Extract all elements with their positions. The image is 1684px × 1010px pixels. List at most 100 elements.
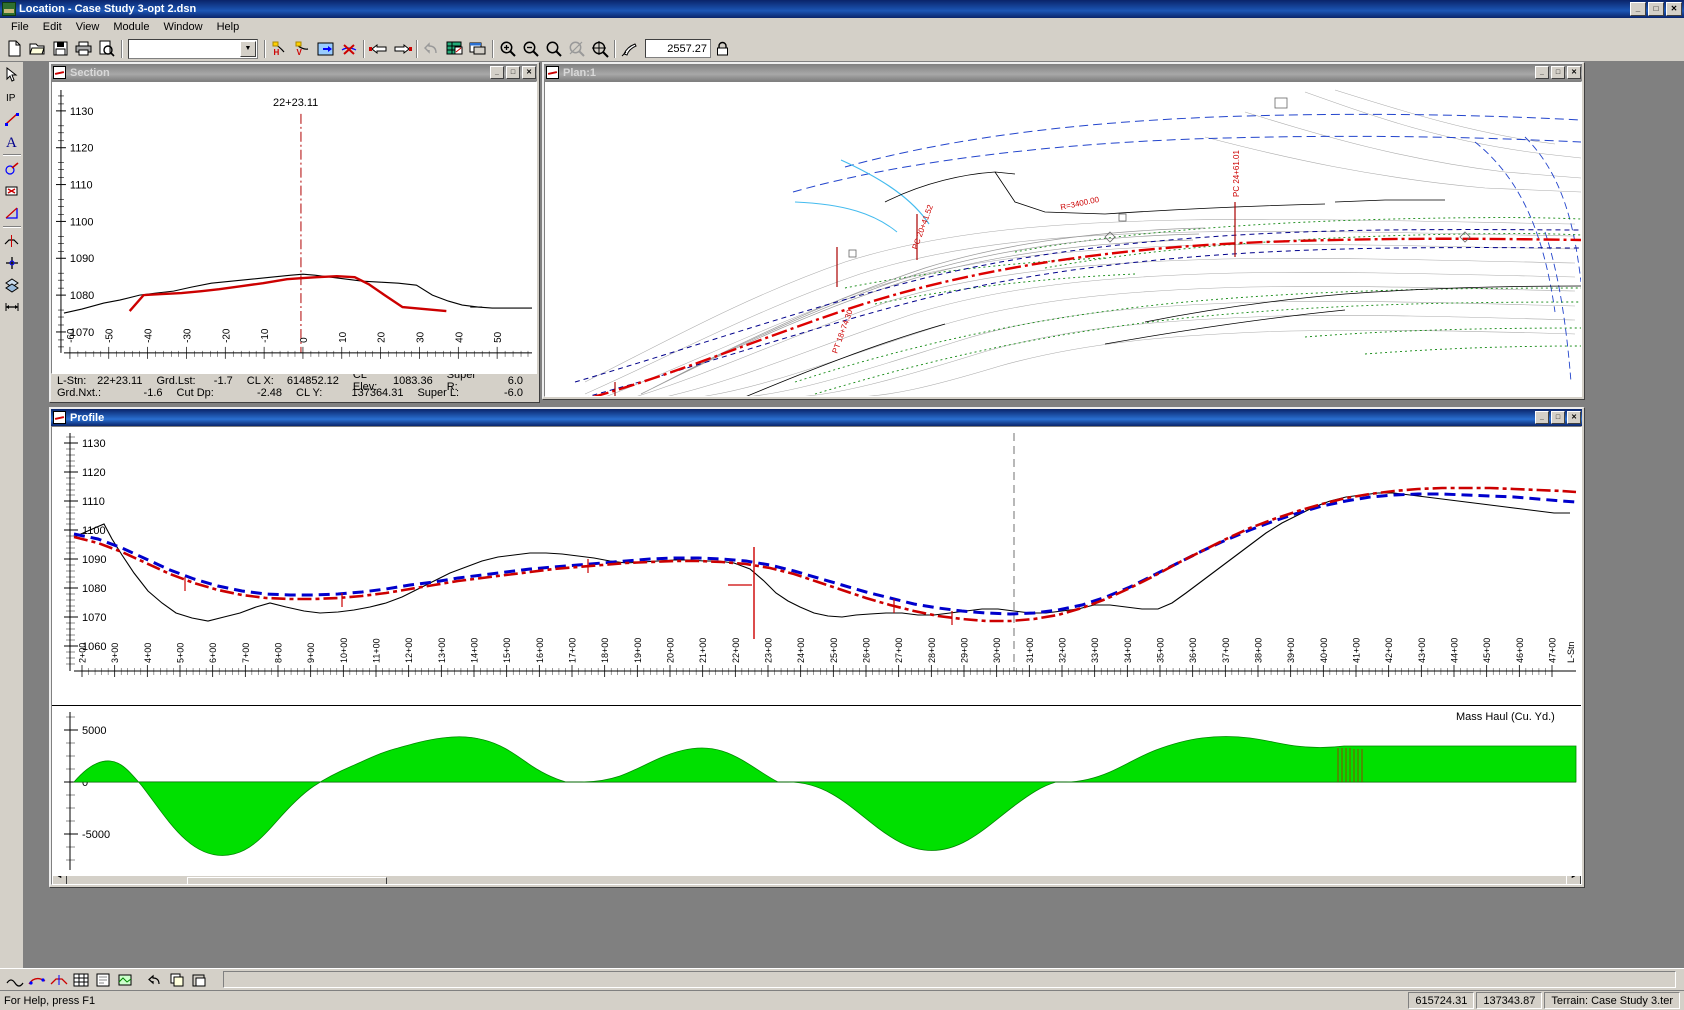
profile-close-button[interactable]: ✕	[1567, 411, 1581, 424]
profile-x-label: 43+00	[1417, 638, 1427, 663]
profile-window[interactable]: Profile _ □ ✕ 1130 1120 1110 1100 1090 1…	[49, 407, 1584, 887]
svg-text:1090: 1090	[70, 253, 94, 265]
paste-icon[interactable]	[188, 970, 209, 989]
profile-maximize-button[interactable]: □	[1551, 411, 1565, 424]
measure-tool[interactable]	[0, 202, 23, 223]
toolbar-separator-4	[413, 39, 420, 59]
alignment-combo[interactable]: ▼	[128, 38, 258, 59]
menu-window[interactable]: Window	[156, 19, 209, 35]
menu-module[interactable]: Module	[106, 19, 156, 35]
select-pointer-tool[interactable]	[0, 64, 23, 85]
section-plot-area[interactable]: 1130 1120 1110 1100 1090 1080 1070 22+23…	[51, 81, 537, 374]
open-file-icon[interactable]	[26, 37, 49, 60]
profile-x-label: 26+00	[862, 638, 872, 663]
svg-text:10: 10	[338, 331, 349, 343]
chevron-down-icon[interactable]: ▼	[240, 40, 256, 57]
line-tool[interactable]	[0, 108, 23, 129]
cl-y-label: CL Y:	[296, 387, 323, 399]
cut-dp-label: Cut Dp:	[176, 387, 214, 399]
menu-file[interactable]: File	[4, 19, 36, 35]
cl-x-value: 614852.12	[286, 375, 339, 387]
zoom-window-icon[interactable]	[542, 37, 565, 60]
profile-x-label: 15+00	[502, 638, 512, 663]
delete-alignment-icon[interactable]	[337, 37, 360, 60]
svg-text:A: A	[6, 135, 17, 149]
profile-x-label: 17+00	[568, 638, 578, 663]
profile-x-label: 12+00	[404, 638, 414, 663]
plan-close-button[interactable]: ✕	[1567, 66, 1581, 79]
terrain-icon	[2, 2, 16, 16]
print-preview-icon[interactable]	[95, 37, 118, 60]
maximize-button[interactable]: □	[1648, 2, 1664, 16]
text-tool[interactable]: A	[0, 130, 23, 151]
profile-x-label: 4+00	[143, 643, 153, 663]
cross-section-tool[interactable]	[0, 230, 23, 251]
plan-minimize-button[interactable]: _	[1535, 66, 1549, 79]
zoom-out-icon[interactable]	[519, 37, 542, 60]
profile-x-label: 20+00	[666, 638, 676, 663]
plan-maximize-button[interactable]: □	[1551, 66, 1565, 79]
undo-icon[interactable]	[420, 37, 443, 60]
vertical-alignment-icon[interactable]: V	[291, 37, 314, 60]
minimize-button[interactable]: _	[1630, 2, 1646, 16]
profile-minimize-button[interactable]: _	[1535, 411, 1549, 424]
layers-tool[interactable]	[0, 274, 23, 295]
superelevation-icon[interactable]	[4, 970, 25, 989]
close-button[interactable]: ✕	[1666, 2, 1682, 16]
profile-x-label: 9+00	[306, 643, 316, 663]
print-icon[interactable]	[72, 37, 95, 60]
lock-icon[interactable]	[711, 37, 734, 60]
grid-view-icon[interactable]	[70, 970, 91, 989]
profile-x-label: 21+00	[698, 638, 708, 663]
svg-text:-20: -20	[221, 328, 232, 343]
section-window-titlebar: Section _ □ ✕	[51, 64, 537, 81]
profile-x-label: 24+00	[796, 638, 806, 663]
previous-station-icon[interactable]	[367, 37, 390, 60]
intersect-tool[interactable]	[0, 252, 23, 273]
section-chart: 1130 1120 1110 1100 1090 1080 1070 22+23…	[52, 82, 536, 373]
horizontal-alignment-icon[interactable]: H	[268, 37, 291, 60]
profile-window-title: Profile	[70, 411, 105, 424]
template-icon[interactable]	[48, 970, 69, 989]
curve-data-icon[interactable]	[26, 970, 47, 989]
menu-view[interactable]: View	[69, 19, 107, 35]
svg-text:-40: -40	[144, 328, 155, 343]
new-file-icon[interactable]	[3, 37, 26, 60]
next-station-icon[interactable]	[390, 37, 413, 60]
copy-icon[interactable]	[166, 970, 187, 989]
section-minimize-button[interactable]: _	[490, 66, 504, 79]
section-close-button[interactable]: ✕	[522, 66, 536, 79]
section-window[interactable]: Section _ □ ✕ 1130 1120 1110 1100 1090 1…	[49, 62, 539, 402]
section-window-controls: _ □ ✕	[490, 66, 536, 79]
zoom-extents-icon[interactable]	[588, 37, 611, 60]
zoom-in-icon[interactable]	[496, 37, 519, 60]
plan-window[interactable]: Plan:1 _ □ ✕ R=3400.00 PC 24+61.01 PC 20…	[542, 62, 1584, 399]
bottom-status-panel	[223, 971, 1676, 988]
station-value-field[interactable]: 2557.27	[645, 39, 711, 58]
pan-icon[interactable]	[618, 37, 641, 60]
svg-text:1130: 1130	[82, 438, 106, 450]
title-bar: Location - Case Study 3-opt 2.dsn _ □ ✕	[0, 0, 1684, 18]
cascade-windows-icon[interactable]	[466, 37, 489, 60]
report-icon[interactable]	[92, 970, 113, 989]
earthwork-icon[interactable]	[114, 970, 135, 989]
section-maximize-button[interactable]: □	[506, 66, 520, 79]
cut-dp-value: -2.48	[256, 387, 283, 399]
profile-plot-area[interactable]: 11301120 11101100 10901080 10701060	[51, 426, 1582, 885]
menu-edit[interactable]: Edit	[36, 19, 69, 35]
delete-tool[interactable]	[0, 180, 23, 201]
save-icon[interactable]	[49, 37, 72, 60]
rail-separator-1	[2, 152, 21, 157]
edit-geometry-tool[interactable]	[0, 158, 23, 179]
table-edit-icon[interactable]	[443, 37, 466, 60]
application-window: Location - Case Study 3-opt 2.dsn _ □ ✕ …	[0, 0, 1684, 1010]
scroll-thumb[interactable]	[187, 877, 387, 884]
plan-plot-area[interactable]: R=3400.00 PC 24+61.01 PC 20+41.52 PT 18+…	[544, 81, 1582, 397]
super-l-value: -6.0	[504, 387, 523, 399]
menu-help[interactable]: Help	[210, 19, 247, 35]
undo-action-icon[interactable]	[144, 970, 165, 989]
dimension-tool[interactable]	[0, 296, 23, 317]
zoom-previous-icon[interactable]	[565, 37, 588, 60]
insert-point-tool[interactable]: IP	[0, 86, 23, 107]
import-alignment-icon[interactable]	[314, 37, 337, 60]
